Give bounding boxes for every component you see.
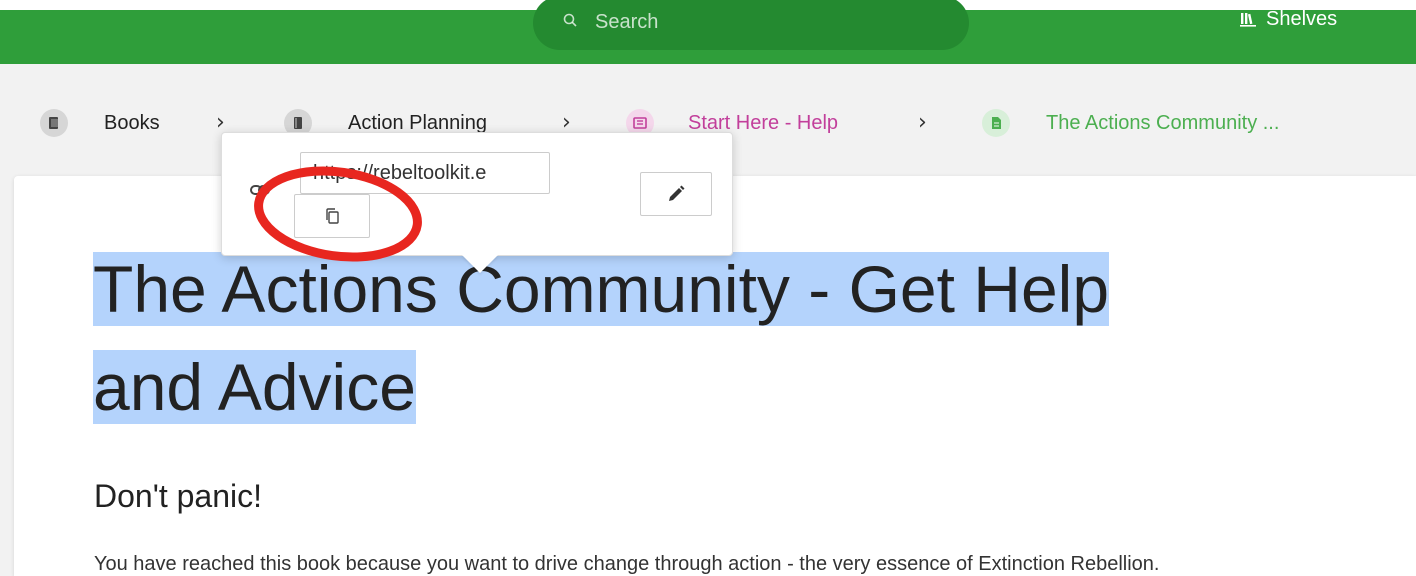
search-icon bbox=[563, 13, 577, 27]
edit-button[interactable] bbox=[640, 172, 712, 216]
app-header: Shelves bbox=[0, 0, 1416, 64]
books-icon bbox=[40, 109, 68, 137]
shelves-icon bbox=[1240, 13, 1256, 27]
shelves-label: Shelves bbox=[1266, 7, 1338, 30]
breadcrumb-label: The Actions Community ... bbox=[1046, 111, 1280, 134]
search-box[interactable] bbox=[533, 0, 969, 50]
title-line-1: The Actions Community - Get Help bbox=[93, 252, 1110, 326]
breadcrumb-label: Books bbox=[104, 111, 160, 134]
copy-icon bbox=[326, 208, 339, 224]
title-line-2: and Advice bbox=[93, 350, 416, 424]
breadcrumb-current-page[interactable]: The Actions Community ... bbox=[982, 100, 1279, 146]
search-input[interactable] bbox=[595, 10, 935, 34]
chevron-right-icon: › bbox=[918, 110, 927, 135]
pencil-icon bbox=[669, 185, 685, 201]
copy-link-button[interactable] bbox=[294, 194, 370, 238]
page-icon bbox=[982, 109, 1010, 137]
permalink-input[interactable] bbox=[300, 152, 550, 194]
shelves-link[interactable]: Shelves bbox=[1240, 4, 1337, 34]
link-icon bbox=[250, 185, 270, 195]
popover-arrow bbox=[462, 255, 498, 273]
breadcrumb-books[interactable]: Books bbox=[40, 100, 160, 146]
body-paragraph: You have reached this book because you w… bbox=[94, 553, 1160, 575]
section-heading: Don't panic! bbox=[94, 478, 262, 514]
page-title: The Actions Community - Get Help and Adv… bbox=[93, 240, 1313, 436]
